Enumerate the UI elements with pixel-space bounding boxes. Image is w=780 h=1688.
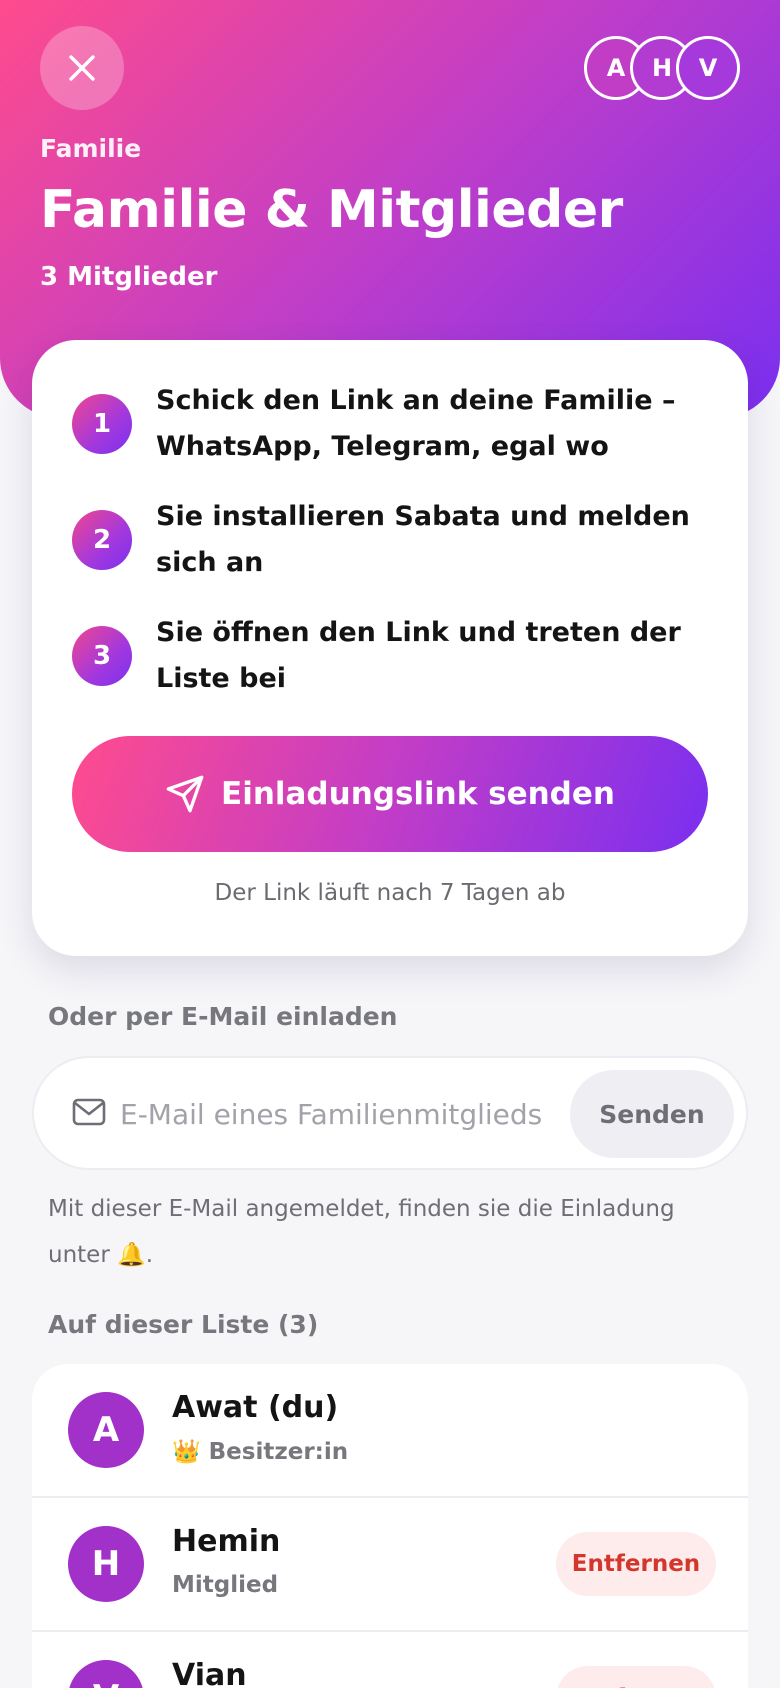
avatar: V [676,36,740,100]
avatar: V [68,1660,144,1688]
avatar: H [68,1526,144,1602]
step-number-badge: 2 [72,510,132,570]
members-heading: Auf dieser Liste (3) [48,1310,319,1339]
avatar: A [68,1392,144,1468]
email-invite-field-group: Senden [32,1056,748,1170]
member-name: Vian [172,1658,247,1688]
step-text: Schick den Link an deine Familie – Whats… [156,385,676,462]
step-1: 1 Schick den Link an deine Familie – Wha… [72,378,712,470]
step-text: Sie installieren Sabata und melden sich … [156,501,690,578]
list-item: V Vian Mitglied Entfernen [32,1632,748,1688]
remove-member-button[interactable]: Entfernen [556,1666,716,1688]
list-item: A Awat (du) 👑 Besitzer:in [32,1364,748,1498]
send-invite-link-label: Einladungslink senden [221,776,615,812]
member-role: Mitglied [172,1572,279,1598]
page-title: Familie & Mitglieder [40,180,623,240]
step-number-badge: 3 [72,626,132,686]
send-invite-link-button[interactable]: Einladungslink senden [72,736,708,852]
invite-steps-card: 1 Schick den Link an deine Familie – Wha… [32,340,748,956]
remove-member-button[interactable]: Entfernen [556,1532,716,1596]
member-count: 3 Mitglieder [40,262,218,292]
member-role: 👑 Besitzer:in [172,1439,349,1465]
members-list: A Awat (du) 👑 Besitzer:in H Hemin Mitgli… [32,1364,748,1688]
link-expiry-note: Der Link läuft nach 7 Tagen ab [214,880,566,906]
email-hint-text: Mit dieser E-Mail angemeldet, finden sie… [48,1196,675,1268]
mail-icon [72,1098,106,1126]
step-number-badge: 1 [72,394,132,454]
close-button[interactable] [40,26,124,110]
step-2: 2 Sie installieren Sabata und melden sic… [72,494,712,586]
paper-plane-icon [166,775,204,813]
list-item: H Hemin Mitglied Entfernen [32,1498,748,1632]
email-input[interactable] [120,1086,586,1142]
member-name: Awat (du) [172,1390,339,1425]
member-avatar-stack: A H V [584,36,740,100]
email-invite-heading: Oder per E-Mail einladen [48,1002,398,1031]
close-icon [69,55,95,81]
family-members-screen: A H V Familie Familie & Mitglieder 3 Mit… [0,0,780,1688]
list-type-label: Familie [40,134,142,163]
step-text: Sie öffnen den Link und treten der Liste… [156,617,681,694]
send-email-button[interactable]: Senden [570,1070,734,1158]
member-name: Hemin [172,1524,281,1559]
step-3: 3 Sie öffnen den Link und treten der Lis… [72,610,712,702]
